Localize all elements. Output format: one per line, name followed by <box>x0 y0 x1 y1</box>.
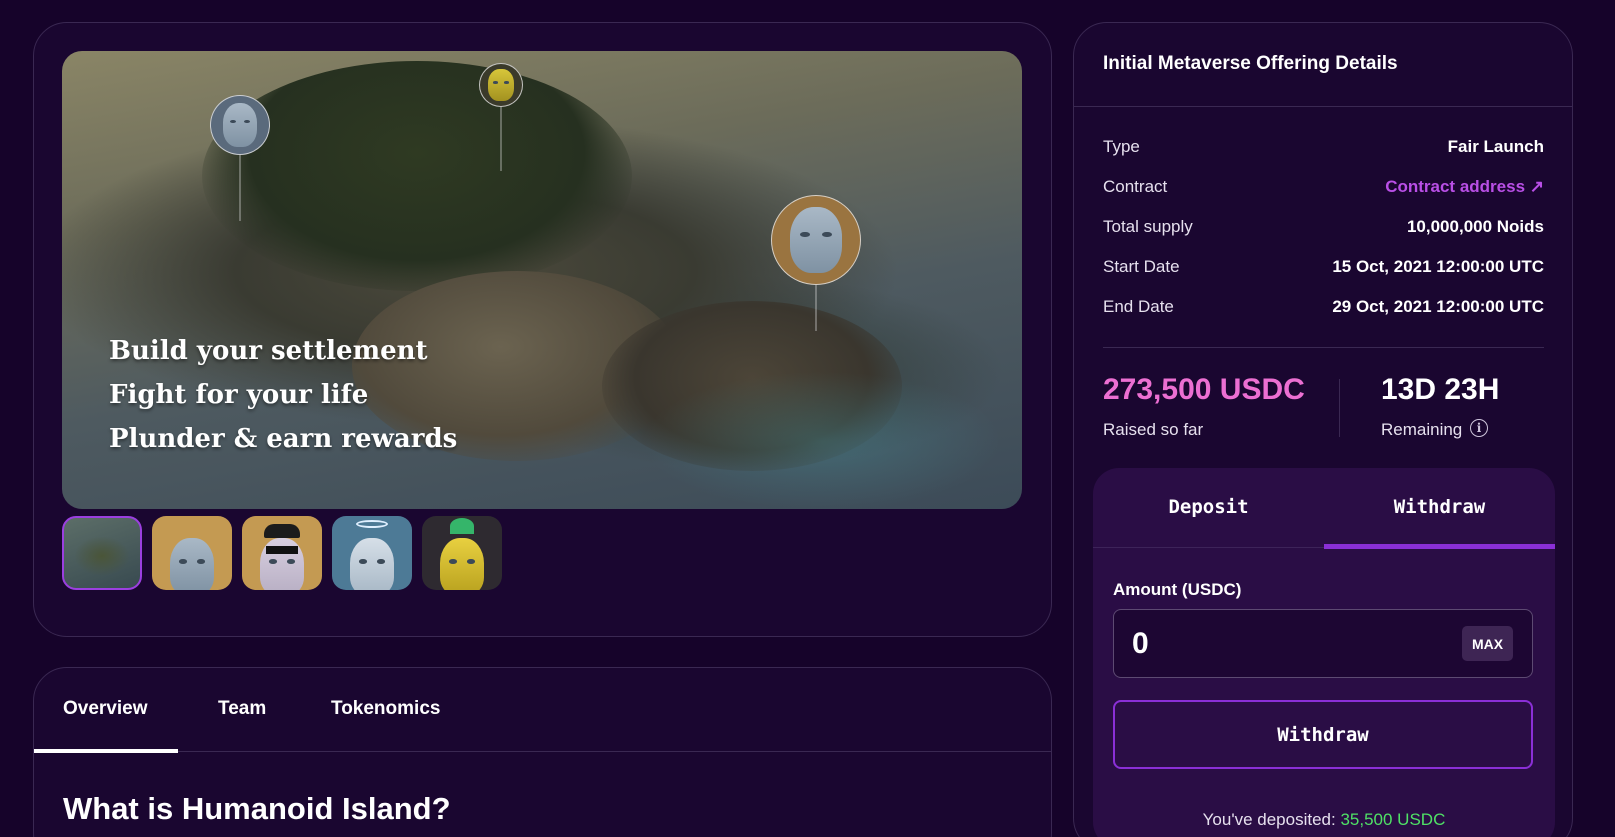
thumbnail-strip <box>62 516 502 590</box>
active-tab-indicator <box>34 749 178 753</box>
detail-label: Total supply <box>1103 217 1193 236</box>
thumbnail-island[interactable] <box>62 516 142 590</box>
detail-label: Type <box>1103 137 1140 156</box>
tab-deposit[interactable]: Deposit <box>1093 496 1324 518</box>
remaining-time: 13D 23H <box>1381 373 1500 406</box>
tab-overview[interactable]: Overview <box>63 698 148 720</box>
offering-title: Initial Metaverse Offering Details <box>1103 53 1398 74</box>
tagline-line: Build your settlement <box>109 336 428 366</box>
detail-row-contract: Contract Contract address ↗ <box>1103 177 1544 197</box>
detail-label: End Date <box>1103 297 1174 316</box>
remaining-label: Remaining <box>1381 420 1463 439</box>
humanoid-pin[interactable] <box>771 195 861 335</box>
detail-label: Contract <box>1103 177 1168 196</box>
detail-row-total-supply: Total supply 10,000,000 Noids <box>1103 217 1544 237</box>
tagline-line: Fight for your life <box>109 380 369 410</box>
deposited-prefix: You've deposited: <box>1202 810 1341 829</box>
thumbnail-humanoid[interactable] <box>422 516 502 590</box>
detail-label: Start Date <box>1103 257 1180 276</box>
divider <box>1103 347 1544 348</box>
transaction-panel: Deposit Withdraw Amount (USDC) MAX Withd… <box>1093 468 1555 837</box>
contract-address-link[interactable]: Contract address ↗ <box>1385 177 1544 197</box>
thumbnail-humanoid[interactable] <box>332 516 412 590</box>
active-tab-indicator <box>1324 544 1555 549</box>
hero-island-image: Build your settlement Fight for your lif… <box>62 51 1022 509</box>
section-heading: What is Humanoid Island? <box>63 791 451 826</box>
humanoid-avatar-icon <box>210 95 270 155</box>
hero-tagline: Build your settlement Fight for your lif… <box>109 329 457 461</box>
tab-team[interactable]: Team <box>218 698 266 720</box>
raised-label: Raised so far <box>1103 420 1204 439</box>
deposited-amount: 35,500 USDC <box>1340 810 1446 829</box>
tab-withdraw[interactable]: Withdraw <box>1324 496 1555 518</box>
transaction-tabs: Deposit Withdraw <box>1093 468 1555 549</box>
max-button[interactable]: MAX <box>1462 626 1513 661</box>
detail-value: 15 Oct, 2021 12:00:00 UTC <box>1332 257 1544 276</box>
detail-value: Fair Launch <box>1447 137 1544 156</box>
overview-card: Overview Team Tokenomics What is Humanoi… <box>33 667 1052 837</box>
hero-card: Build your settlement Fight for your lif… <box>33 22 1052 637</box>
tab-tokenomics[interactable]: Tokenomics <box>331 698 440 720</box>
amount-label: Amount (USDC) <box>1113 580 1242 599</box>
overview-tabs: Overview Team Tokenomics <box>34 668 1051 753</box>
humanoid-avatar-icon <box>479 63 523 107</box>
withdraw-button[interactable]: Withdraw <box>1113 700 1533 769</box>
humanoid-avatar-icon <box>771 195 861 285</box>
island-water <box>642 371 1002 509</box>
humanoid-pin[interactable] <box>210 95 270 225</box>
thumbnail-humanoid[interactable] <box>242 516 322 590</box>
detail-row-end-date: End Date 29 Oct, 2021 12:00:00 UTC <box>1103 297 1544 317</box>
detail-value: 10,000,000 Noids <box>1406 217 1544 236</box>
detail-row-start-date: Start Date 15 Oct, 2021 12:00:00 UTC <box>1103 257 1544 277</box>
divider <box>1074 106 1572 107</box>
amount-field: MAX <box>1113 609 1533 678</box>
tagline-line: Plunder & earn rewards <box>109 424 458 454</box>
detail-value: 29 Oct, 2021 12:00:00 UTC <box>1332 297 1544 316</box>
divider <box>1339 379 1340 437</box>
raised-amount: 273,500 USDC <box>1103 373 1305 406</box>
amount-input[interactable] <box>1132 624 1432 664</box>
offering-details-card: Initial Metaverse Offering Details Type … <box>1073 22 1573 837</box>
deposited-summary: You've deposited: 35,500 USDC <box>1093 810 1555 830</box>
info-icon[interactable]: i <box>1470 419 1488 437</box>
humanoid-pin[interactable] <box>479 63 523 173</box>
detail-row-type: Type Fair Launch <box>1103 137 1544 157</box>
thumbnail-humanoid[interactable] <box>152 516 232 590</box>
